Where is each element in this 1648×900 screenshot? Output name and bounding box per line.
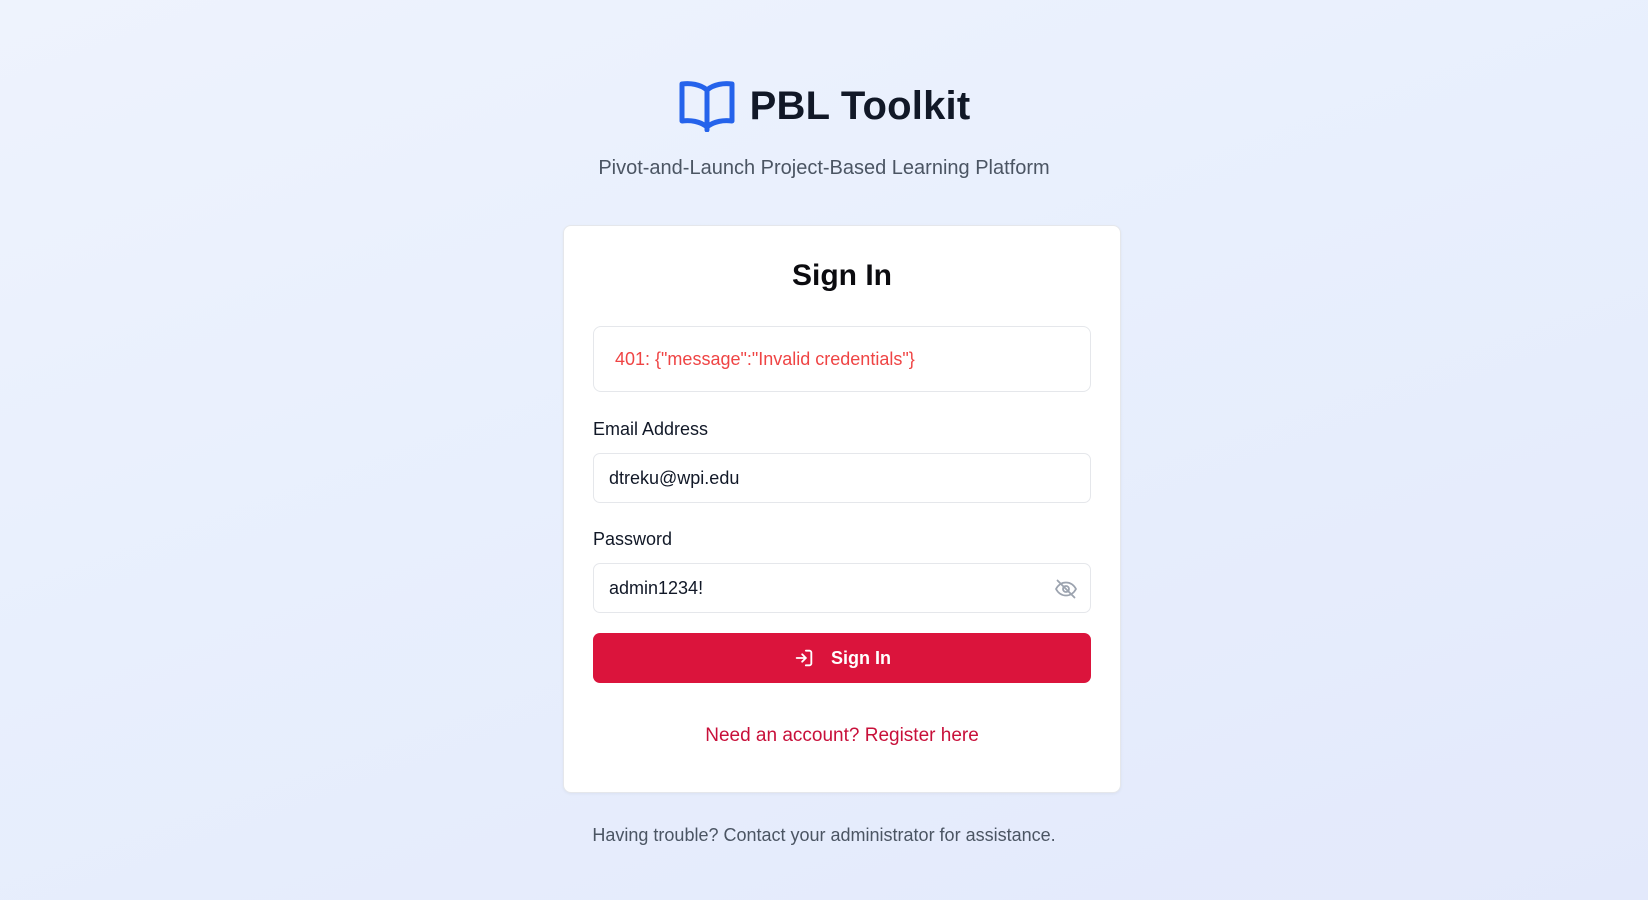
- help-note: Having trouble? Contact your administrat…: [592, 825, 1056, 845]
- eye-off-icon[interactable]: [1054, 577, 1078, 601]
- signin-card: Sign In 401: {"message":"Invalid credent…: [563, 225, 1121, 793]
- app-header: PBL Toolkit: [0, 78, 1648, 137]
- signin-heading: Sign In: [792, 259, 892, 292]
- email-field-container: [593, 453, 1091, 503]
- app-tagline: Pivot-and-Launch Project-Based Learning …: [598, 157, 1050, 179]
- error-message: 401: {"message":"Invalid credentials"}: [615, 348, 915, 369]
- sign-in-button[interactable]: Sign In: [593, 633, 1091, 683]
- open-book-icon: [678, 80, 736, 132]
- password-field-container: [593, 563, 1091, 613]
- register-link[interactable]: Need an account? Register here: [564, 725, 1120, 747]
- sign-in-button-label: Sign In: [831, 647, 891, 668]
- error-alert: 401: {"message":"Invalid credentials"}: [593, 326, 1091, 392]
- email-field[interactable]: [594, 454, 1090, 502]
- brand: PBL Toolkit: [678, 78, 971, 134]
- sign-in-arrow-icon: [793, 647, 815, 669]
- email-label: Email Address: [593, 419, 709, 439]
- app-title: PBL Toolkit: [749, 83, 971, 128]
- password-field[interactable]: [594, 564, 1090, 612]
- password-label: Password: [593, 529, 673, 549]
